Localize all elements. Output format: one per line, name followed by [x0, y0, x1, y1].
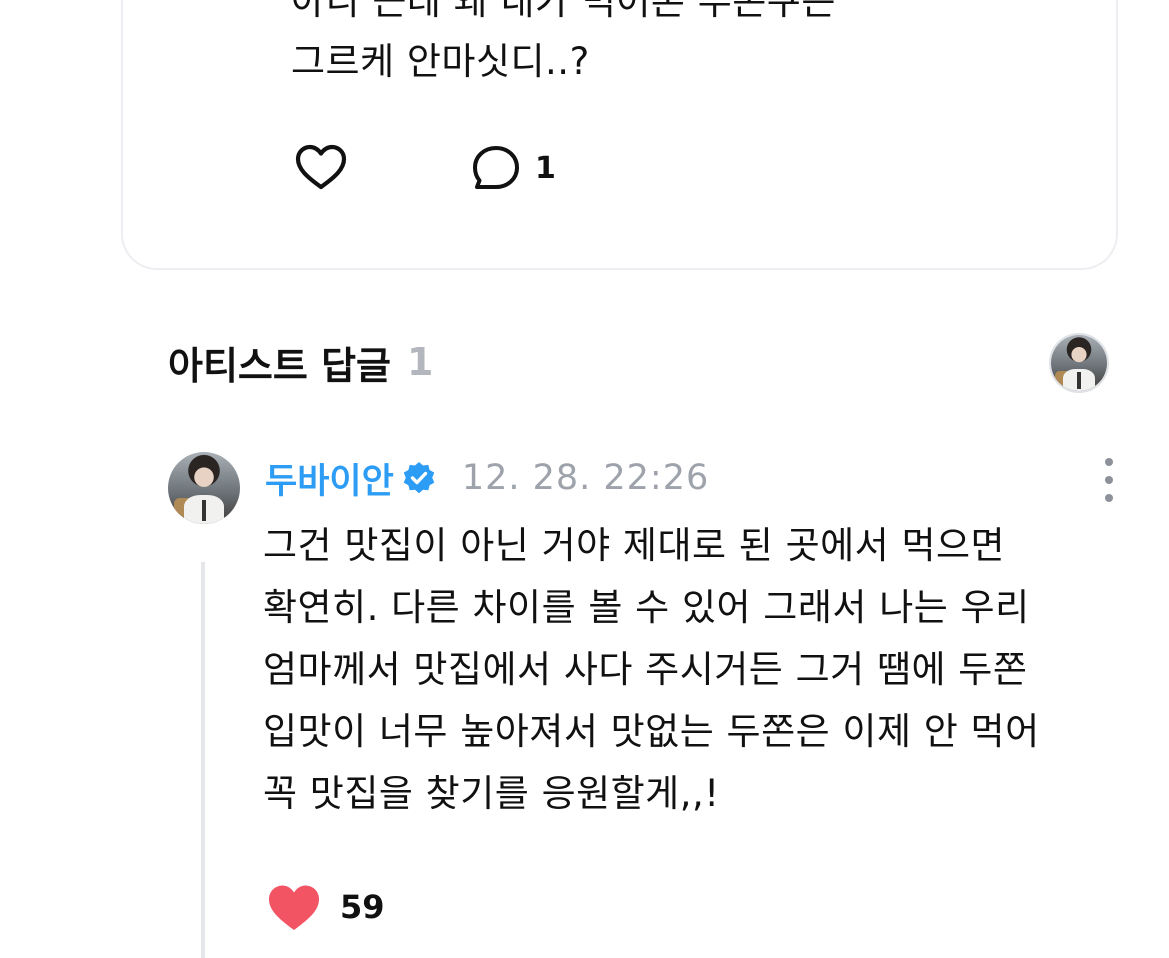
artist-replies-header: 아티스트 답글 1 — [168, 332, 433, 392]
post-text-line: 그르케 안마싯디..? — [291, 40, 590, 83]
replies-title: 아티스트 답글 — [168, 343, 391, 388]
reply-text-line: 엄마께서 맛집에서 사다 주시거든 그거 땜에 두쫀 — [263, 648, 1028, 691]
post-card: 아니 근데 왜 내가 먹어본 두쫀쿠는 그르케 안마싯디..? 1 — [121, 0, 1118, 270]
reply-text-line: 확연히. 다른 차이를 볼 수 있어 그래서 나는 우리 — [263, 586, 1030, 629]
reply-text-line: 그건 맛집이 아닌 거야 제대로 된 곳에서 먹으면 — [263, 524, 1006, 567]
reply-author-avatar[interactable] — [168, 452, 240, 524]
reply-author-name[interactable]: 두바이안 — [265, 453, 394, 504]
reply-text-line: 꼭 맛집을 찾기를 응원할게,,! — [263, 772, 720, 815]
reply-timestamp: 12. 28. 22:26 — [461, 458, 710, 498]
post-text: 아니 근데 왜 내가 먹어본 두쫀쿠는 그르케 안마싯디..? — [291, 0, 836, 92]
post-like-button[interactable] — [293, 140, 349, 196]
comment-thread-page: 아니 근데 왜 내가 먹어본 두쫀쿠는 그르케 안마싯디..? 1 아티스트 답… — [0, 0, 1169, 958]
post-text-line: 아니 근데 왜 내가 먹어본 두쫀쿠는 — [291, 0, 836, 23]
post-comment-button[interactable]: 1 — [471, 140, 556, 196]
heart-filled-icon — [269, 885, 319, 930]
verified-badge-icon — [403, 462, 435, 494]
reply-text-line: 입맛이 너무 높아져서 맛없는 두쫀은 이제 안 먹어 — [263, 710, 1040, 753]
reply-meta: 두바이안 12. 28. 22:26 — [265, 452, 709, 504]
reply-body: 그건 맛집이 아닌 거야 제대로 된 곳에서 먹으면 확연히. 다른 차이를 볼… — [263, 515, 1143, 825]
heart-outline-icon — [295, 144, 347, 190]
artist-avatar[interactable] — [1049, 333, 1109, 393]
post-comment-count: 1 — [535, 150, 556, 186]
speech-bubble-icon — [473, 146, 519, 189]
more-vertical-icon — [1105, 458, 1113, 466]
more-options-button[interactable] — [1096, 458, 1122, 502]
reply-like-button[interactable]: 59 — [266, 878, 385, 936]
replies-count: 1 — [407, 340, 434, 384]
reply-like-count: 59 — [340, 888, 385, 926]
thread-line — [201, 562, 205, 958]
